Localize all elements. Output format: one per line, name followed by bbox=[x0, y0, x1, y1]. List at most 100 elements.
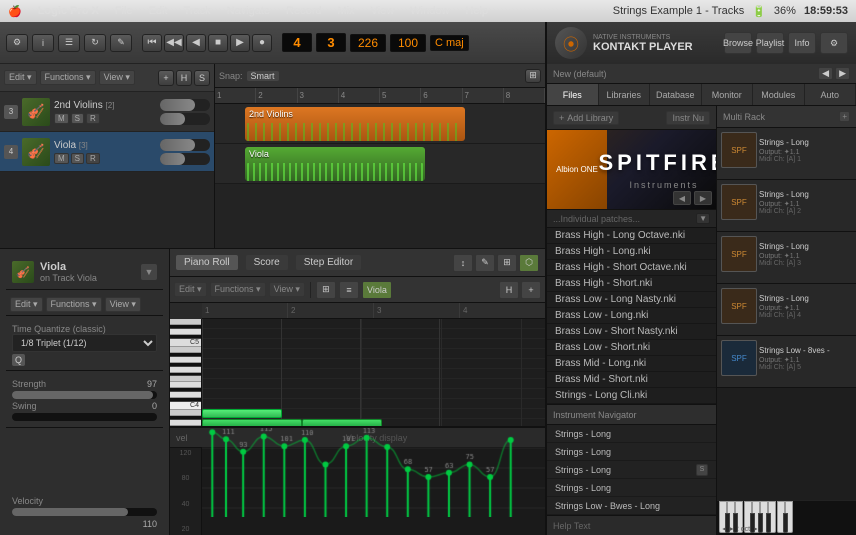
inst-nav-item[interactable]: Strings - Long bbox=[547, 479, 716, 497]
next-preset-btn[interactable]: ▶ bbox=[835, 67, 850, 80]
libraries-tab[interactable]: Libraries bbox=[599, 84, 651, 105]
modules-tab[interactable]: Modules bbox=[753, 84, 805, 105]
edit-btn[interactable]: ✎ bbox=[110, 34, 132, 52]
piano-key-bb3[interactable] bbox=[170, 416, 202, 420]
mix-menu[interactable]: Mix bbox=[338, 5, 355, 17]
track-hide-btn[interactable]: S bbox=[194, 70, 210, 86]
tab-step-editor[interactable]: Step Editor bbox=[296, 255, 361, 270]
functions-dropdown[interactable]: Functions ▾ bbox=[40, 70, 96, 85]
track-expand-btn[interactable]: ▼ bbox=[141, 264, 157, 280]
add-track-btn[interactable]: + bbox=[158, 70, 174, 86]
rewind-btn[interactable]: ⏮ bbox=[142, 34, 162, 52]
mini-key-black[interactable] bbox=[758, 513, 763, 533]
patch-list[interactable]: Brass High - Long Octave.nki Brass High … bbox=[547, 228, 716, 404]
rack-slot[interactable]: SPF Strings - Long Output: ✦1.1 Midi Ch:… bbox=[717, 284, 856, 336]
pr-tool-5[interactable]: Viola bbox=[362, 281, 392, 299]
solo-btn[interactable]: S bbox=[71, 153, 84, 164]
pr-view-dropdown[interactable]: View ▾ bbox=[105, 297, 141, 312]
pr-snap-btn[interactable]: ⊞ bbox=[316, 281, 336, 299]
segment-2nd-violins[interactable]: 2nd Violins bbox=[245, 107, 465, 141]
mini-key-black[interactable] bbox=[766, 513, 771, 533]
track-pan-fader[interactable] bbox=[160, 153, 210, 165]
timeline-row[interactable] bbox=[215, 184, 545, 248]
window-menu[interactable]: Window bbox=[410, 5, 449, 17]
patch-item[interactable]: Strings - Long Cli.nki bbox=[547, 388, 716, 404]
pr-link-btn[interactable]: ⬡ bbox=[519, 254, 539, 272]
mini-key-black[interactable] bbox=[783, 513, 788, 533]
inst-nav-item[interactable]: Strings - Long bbox=[547, 425, 716, 443]
segment-viola[interactable]: Viola bbox=[245, 147, 425, 181]
mini-key-black[interactable] bbox=[750, 513, 755, 533]
read-btn[interactable]: R bbox=[86, 153, 100, 164]
read-btn[interactable]: R bbox=[86, 113, 100, 124]
help-menu[interactable]: Help bbox=[465, 5, 488, 17]
track-timeline[interactable]: Snap: Smart ⊞ 1 2 3 4 5 6 7 8 bbox=[215, 64, 545, 248]
mute-btn[interactable]: M bbox=[54, 153, 69, 164]
loop-btn[interactable]: ↻ bbox=[84, 34, 106, 52]
patch-item[interactable]: Brass High - Short Octave.nki bbox=[547, 260, 716, 276]
piano-key-db5[interactable] bbox=[170, 335, 202, 339]
track-row[interactable] bbox=[0, 172, 214, 248]
list-btn[interactable]: ☰ bbox=[58, 34, 80, 52]
piano-key-eb5[interactable] bbox=[170, 325, 202, 329]
database-tab[interactable]: Database bbox=[650, 84, 702, 105]
inst-nav-item[interactable]: Strings Low - Bwes - Long bbox=[547, 497, 716, 515]
piano-key-db4[interactable] bbox=[170, 398, 202, 402]
play-btn[interactable]: ▶ bbox=[230, 34, 250, 52]
align-btn[interactable]: ⊞ bbox=[525, 69, 541, 83]
piano-key-ab4[interactable] bbox=[170, 363, 202, 367]
options-btn[interactable]: ⚙ bbox=[820, 32, 848, 54]
piano-key-gb4[interactable] bbox=[170, 373, 202, 377]
navigate-menu[interactable]: Navigate bbox=[227, 5, 270, 17]
timeline-row[interactable]: Viola bbox=[215, 144, 545, 184]
pr-zoom-h[interactable]: H bbox=[499, 281, 519, 299]
monitor-tab[interactable]: Monitor bbox=[702, 84, 754, 105]
playlist-btn[interactable]: Playlist bbox=[756, 32, 784, 54]
pr-functions-dropdown[interactable]: Functions ▾ bbox=[46, 297, 102, 312]
instr-mode-btn[interactable]: Instr Nu bbox=[666, 111, 710, 125]
piano-key-eb4[interactable] bbox=[170, 388, 202, 392]
pr-edit-dropdown[interactable]: Edit ▾ bbox=[10, 297, 43, 312]
spitfire-prev-btn[interactable]: ◀ bbox=[673, 191, 691, 205]
timeline-row[interactable]: 2nd Violins bbox=[215, 104, 545, 144]
strength-slider[interactable] bbox=[12, 391, 157, 399]
velocity-slider[interactable] bbox=[12, 508, 157, 516]
file-menu[interactable]: File bbox=[115, 5, 133, 17]
patch-item[interactable]: Brass Low - Long.nki bbox=[547, 308, 716, 324]
piano-key-c5[interactable]: C5 bbox=[170, 339, 201, 347]
auto-tab[interactable]: Auto bbox=[805, 84, 856, 105]
patch-item[interactable]: Brass High - Long.nki bbox=[547, 244, 716, 260]
patch-item[interactable]: Brass Low - Short.nki bbox=[547, 340, 716, 356]
patch-item[interactable]: Brass Mid - Long.nki bbox=[547, 356, 716, 372]
prev-btn[interactable]: ◀ bbox=[186, 34, 206, 52]
note-block[interactable] bbox=[302, 419, 382, 426]
mini-key-black[interactable] bbox=[725, 513, 730, 533]
nav-s-btn[interactable]: S bbox=[696, 464, 708, 476]
patch-item[interactable]: Brass Mid - Short.nki bbox=[547, 372, 716, 388]
files-tab[interactable]: Files bbox=[547, 84, 599, 105]
quantize-select[interactable]: 1/8 Triplet (1/12) bbox=[12, 334, 157, 352]
solo-btn[interactable]: S bbox=[71, 113, 84, 124]
record-menu[interactable]: Record bbox=[286, 5, 321, 17]
track-volume-fader[interactable] bbox=[160, 99, 210, 111]
pr-tool-2[interactable]: ✎ bbox=[475, 254, 495, 272]
pr-view-dropdown-2[interactable]: View ▾ bbox=[269, 282, 305, 297]
track-view-btn[interactable]: H bbox=[176, 70, 192, 86]
rack-slot[interactable]: SPF Strings - Long Output: ✦1.1 Midi Ch:… bbox=[717, 180, 856, 232]
view-dropdown[interactable]: View ▾ bbox=[99, 70, 135, 85]
pr-tool-3[interactable]: ⊞ bbox=[497, 254, 517, 272]
view-menu[interactable]: View bbox=[371, 5, 395, 17]
record-btn[interactable]: ● bbox=[252, 34, 272, 52]
pr-tool-4[interactable]: ≡ bbox=[339, 281, 359, 299]
info-btn[interactable]: i bbox=[32, 34, 54, 52]
browse-btn[interactable]: Browse bbox=[724, 32, 752, 54]
back-btn[interactable]: ◀◀ bbox=[164, 34, 184, 52]
patch-filter-btn[interactable]: ▼ bbox=[696, 213, 710, 224]
rack-add-btn[interactable]: + bbox=[839, 111, 850, 122]
track-volume-fader[interactable] bbox=[160, 139, 210, 151]
rack-slot[interactable]: SPF Strings - Long Output: ✦1.1 Midi Ch:… bbox=[717, 232, 856, 284]
patch-item[interactable]: Brass High - Long Octave.nki bbox=[547, 228, 716, 244]
edit-menu[interactable]: Edit bbox=[149, 5, 168, 17]
rack-slot[interactable]: SPF Strings - Long Output: ✦1.1 Midi Ch:… bbox=[717, 128, 856, 180]
prev-preset-btn[interactable]: ◀ bbox=[818, 67, 833, 80]
